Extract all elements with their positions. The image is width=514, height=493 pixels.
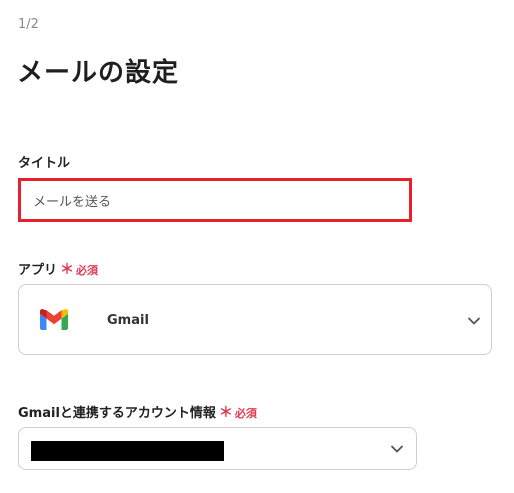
gmail-icon [40, 309, 68, 330]
account-label: Gmailと連携するアカウント情報 [18, 406, 216, 421]
required-text: 必須 [76, 264, 99, 277]
app-select[interactable]: Gmail [18, 284, 492, 355]
redacted-account-value [31, 441, 224, 461]
chevron-down-icon[interactable] [390, 442, 404, 456]
required-badge: ＊必須 [60, 262, 99, 278]
title-input-highlight [18, 178, 412, 222]
chevron-down-icon[interactable] [467, 314, 481, 328]
account-select[interactable] [18, 427, 417, 470]
required-asterisk: ＊ [218, 405, 233, 421]
selected-app-name: Gmail [107, 313, 149, 328]
step-indicator: 1/2 [18, 17, 39, 32]
page-title: メールの設定 [17, 58, 180, 88]
app-label-row: アプリ＊必須 [18, 259, 98, 279]
required-badge: ＊必須 [218, 405, 257, 421]
account-label-row: Gmailと連携するアカウント情報＊必須 [18, 402, 257, 422]
title-input[interactable] [21, 181, 409, 219]
required-asterisk: ＊ [60, 262, 75, 278]
title-label: タイトル [18, 156, 71, 171]
app-label: アプリ [18, 263, 58, 278]
required-text: 必須 [234, 407, 257, 420]
